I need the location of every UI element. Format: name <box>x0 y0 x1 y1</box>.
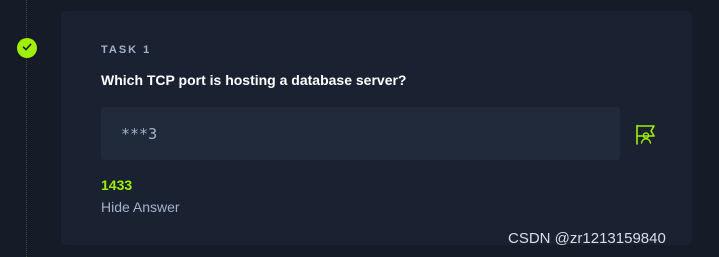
check-icon <box>22 39 32 57</box>
task-label: TASK 1 <box>101 44 152 56</box>
task-question: Which TCP port is hosting a database ser… <box>101 72 407 88</box>
task-card: TASK 1 Which TCP port is hosting a datab… <box>61 11 692 245</box>
watermark: CSDN @zr1213159840 <box>508 230 666 247</box>
answer-input[interactable]: ***3 <box>101 107 620 160</box>
revealed-answer: 1433 <box>101 177 133 193</box>
hide-answer-link[interactable]: Hide Answer <box>101 199 180 215</box>
task-status-check <box>17 38 37 58</box>
answer-input-value: ***3 <box>121 124 158 143</box>
flag-icon[interactable] <box>634 123 658 147</box>
